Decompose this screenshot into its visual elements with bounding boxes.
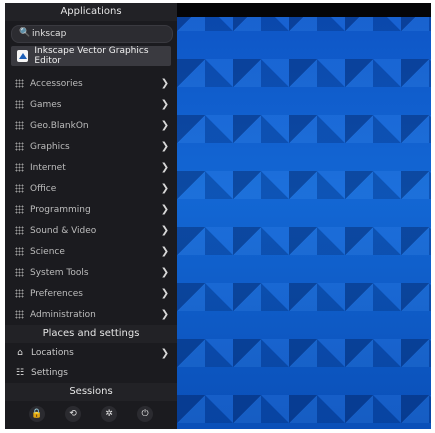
category-science[interactable]: Science ❯ — [5, 241, 177, 262]
chevron-right-icon: ❯ — [160, 288, 170, 299]
chevron-right-icon: ❯ — [160, 225, 170, 236]
screen: Applications 🔍 Inkscape Vector Graphics … — [5, 3, 431, 429]
category-label: System Tools — [30, 267, 89, 278]
chevron-right-icon: ❯ — [160, 204, 170, 215]
suspend-button[interactable]: ✲ — [101, 406, 117, 422]
category-preferences[interactable]: Preferences ❯ — [5, 283, 177, 304]
desktop-wallpaper[interactable] — [177, 3, 431, 429]
category-label: Sound & Video — [30, 225, 97, 236]
search-result-label: Inkscape Vector Graphics Editor — [34, 46, 149, 66]
category-label: Administration — [30, 309, 96, 320]
inkscape-icon — [17, 50, 29, 62]
category-label: Programming — [30, 204, 91, 215]
chevron-right-icon: ❯ — [160, 183, 170, 194]
category-geo-blankon[interactable]: Geo.BlankOn ❯ — [5, 115, 177, 136]
places-item-settings[interactable]: ☷ Settings — [5, 363, 177, 383]
search-icon: 🔍 — [19, 28, 31, 38]
category-label: Geo.BlankOn — [30, 120, 89, 131]
places-item-label: Locations — [31, 348, 74, 358]
category-label: Accessories — [30, 78, 83, 89]
chevron-right-icon: ❯ — [160, 246, 170, 257]
top-bar — [177, 3, 431, 17]
category-label: Internet — [30, 162, 66, 173]
places-header: Places and settings — [5, 325, 177, 343]
logout-icon: ⟲ — [69, 409, 77, 419]
grid-icon — [15, 163, 24, 172]
category-games[interactable]: Games ❯ — [5, 94, 177, 115]
power-button[interactable]: ⏻ — [137, 406, 153, 422]
category-label: Graphics — [30, 141, 70, 152]
applications-header: Applications — [5, 3, 177, 21]
search-input[interactable] — [32, 27, 162, 40]
category-office[interactable]: Office ❯ — [5, 178, 177, 199]
chevron-right-icon: ❯ — [160, 347, 170, 359]
chevron-right-icon: ❯ — [160, 99, 170, 110]
category-label: Preferences — [30, 288, 83, 299]
category-system-tools[interactable]: System Tools ❯ — [5, 262, 177, 283]
category-label: Science — [30, 246, 65, 257]
category-label: Office — [30, 183, 57, 194]
power-icon: ⏻ — [141, 409, 149, 419]
session-buttons: 🔒 ⟲ ✲ ⏻ — [5, 403, 177, 425]
chevron-right-icon: ❯ — [160, 120, 170, 131]
search-result-inkscape[interactable]: Inkscape Vector Graphics Editor — [11, 46, 171, 66]
grid-icon — [15, 205, 24, 214]
lock-icon: 🔒 — [31, 409, 43, 419]
grid-icon — [15, 121, 24, 130]
sessions-header: Sessions — [5, 383, 177, 401]
suspend-icon: ✲ — [105, 409, 113, 419]
grid-icon — [15, 289, 24, 298]
grid-icon — [15, 184, 24, 193]
chevron-right-icon: ❯ — [160, 162, 170, 173]
grid-icon — [15, 100, 24, 109]
chevron-right-icon: ❯ — [160, 309, 170, 320]
search-field[interactable]: 🔍 — [11, 25, 173, 43]
places-item-label: Settings — [31, 368, 68, 378]
category-internet[interactable]: Internet ❯ — [5, 157, 177, 178]
grid-icon — [15, 268, 24, 277]
grid-icon — [15, 310, 24, 319]
category-graphics[interactable]: Graphics ❯ — [5, 136, 177, 157]
category-label: Games — [30, 99, 62, 110]
logout-button[interactable]: ⟲ — [65, 406, 81, 422]
category-sound-video[interactable]: Sound & Video ❯ — [5, 220, 177, 241]
home-icon: ⌂ — [17, 348, 23, 358]
places-item-locations[interactable]: ⌂ Locations ❯ — [5, 343, 177, 363]
grid-icon — [15, 142, 24, 151]
applications-menu: Applications 🔍 Inkscape Vector Graphics … — [5, 3, 177, 429]
category-programming[interactable]: Programming ❯ — [5, 199, 177, 220]
chevron-right-icon: ❯ — [160, 78, 170, 89]
settings-icon: ☷ — [15, 368, 25, 378]
category-administration[interactable]: Administration ❯ — [5, 304, 177, 325]
lock-button[interactable]: 🔒 — [29, 406, 45, 422]
category-accessories[interactable]: Accessories ❯ — [5, 73, 177, 94]
grid-icon — [15, 226, 24, 235]
grid-icon — [15, 247, 24, 256]
chevron-right-icon: ❯ — [160, 141, 170, 152]
category-list: Accessories ❯ Games ❯ Geo.BlankOn ❯ Graphic… — [5, 73, 177, 325]
chevron-right-icon: ❯ — [160, 267, 170, 278]
grid-icon — [15, 79, 24, 88]
